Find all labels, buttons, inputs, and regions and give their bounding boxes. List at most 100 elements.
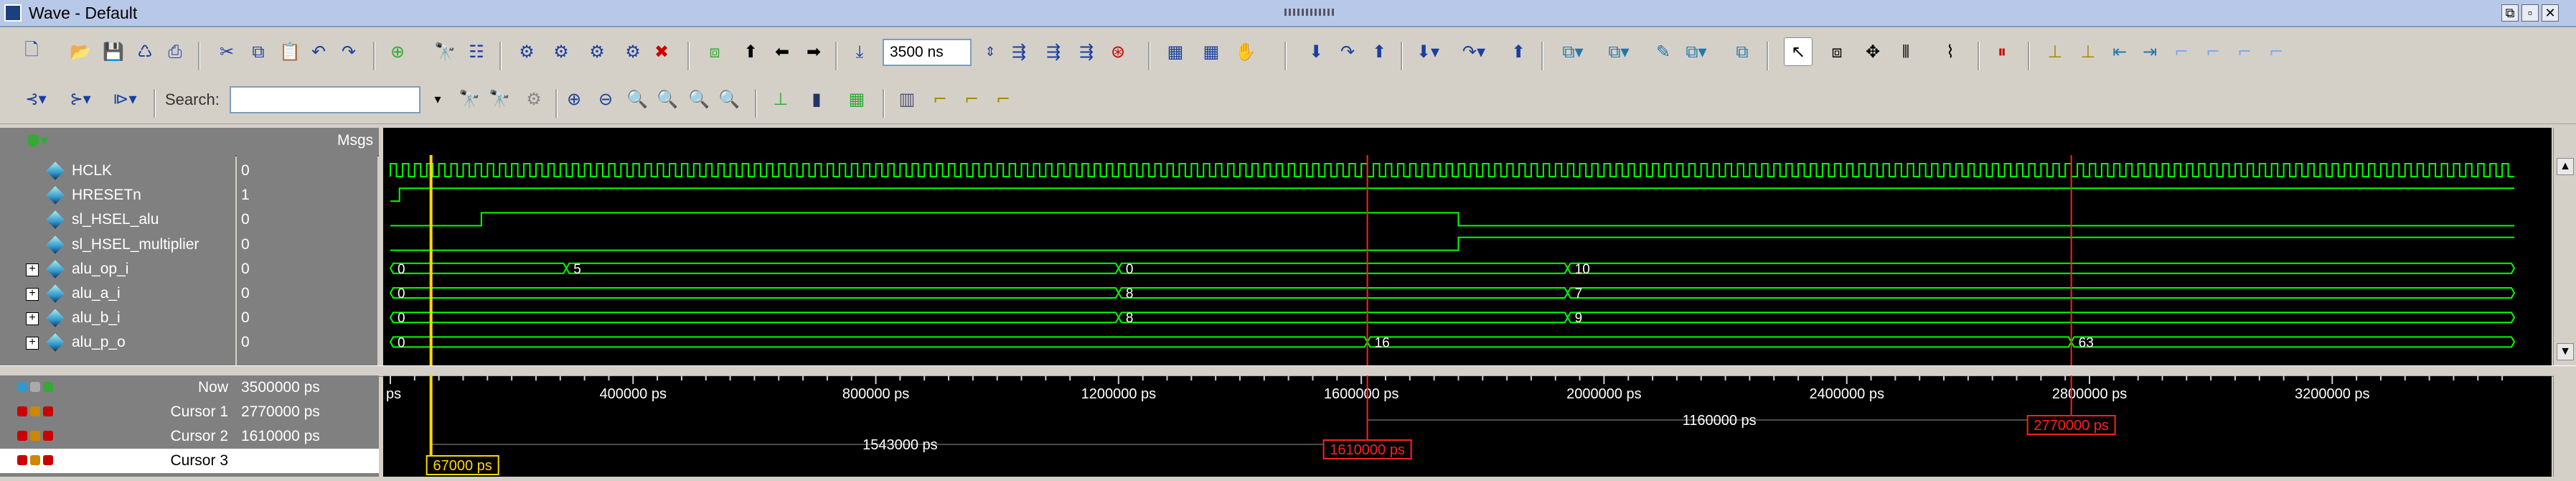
- continue-icon[interactable]: ⇶: [1039, 37, 1068, 66]
- redo-icon[interactable]: ↷: [334, 37, 363, 66]
- prev-edge-icon[interactable]: ⇤: [2105, 37, 2134, 66]
- reload-icon[interactable]: ♺: [131, 37, 159, 66]
- signal-row-hresetn[interactable]: HRESETn 1: [0, 184, 379, 208]
- run-length-input[interactable]: 3500 ns: [883, 39, 972, 66]
- scroll-down-icon[interactable]: ▼: [2557, 343, 2574, 360]
- run-all-icon[interactable]: ⇶: [1072, 37, 1101, 66]
- next-rising-icon[interactable]: ⌐: [2262, 37, 2290, 66]
- search-options-icon[interactable]: ⚙: [520, 85, 548, 113]
- cursor-lock-icon[interactable]: ▦: [842, 85, 871, 113]
- run-length-spin-icon[interactable]: ⇕: [976, 37, 1005, 66]
- signal-row-alu-p-o[interactable]: + alu_p_o 0: [0, 331, 379, 355]
- signal-row-alu-op-i[interactable]: + alu_op_i 0: [0, 258, 379, 282]
- contains-icon[interactable]: ⊰▾: [22, 85, 50, 113]
- signal-row-sl-hsel-multiplier[interactable]: sl_HSEL_multiplier 0: [0, 233, 379, 258]
- step-out-icon[interactable]: ⬆: [1365, 37, 1393, 66]
- search-next-icon[interactable]: 🔭: [485, 85, 514, 113]
- run-icon[interactable]: ⇶: [1005, 37, 1033, 66]
- new-file-icon[interactable]: 🗋: [17, 37, 46, 66]
- waveform-step-icon[interactable]: ⌐: [957, 85, 986, 113]
- edge-icon[interactable]: ⫴: [1891, 37, 1920, 66]
- prev-rising-icon[interactable]: ⌐: [2230, 37, 2259, 66]
- timeline-pane[interactable]: 400000 ps 800000 ps 1200000 ps 1600000 ps 20…: [383, 375, 2552, 477]
- cursor-row-3[interactable]: Cursor 3 67000 ps: [0, 449, 379, 473]
- simulate-icon[interactable]: ⚙: [583, 37, 611, 66]
- signal-row-alu-b-i[interactable]: + alu_b_i 0: [0, 307, 379, 331]
- cursor-row-2[interactable]: Cursor 2 1610000 ps: [0, 424, 379, 449]
- zoom-mode-icon[interactable]: ⧈: [1823, 37, 1851, 66]
- close-icon[interactable]: ✕: [2542, 4, 2559, 22]
- expand-icon[interactable]: +: [26, 288, 39, 301]
- next-edge-icon[interactable]: ⇥: [2135, 37, 2164, 66]
- break-run-icon[interactable]: ⊛: [1104, 37, 1132, 66]
- zoom-cursor-icon[interactable]: 🔍: [653, 85, 682, 113]
- break-icon[interactable]: ⚙: [619, 37, 647, 66]
- waveform-compress-icon[interactable]: ▥: [893, 85, 921, 113]
- run-length-icon[interactable]: ⤓: [845, 37, 874, 66]
- hand-icon[interactable]: ✋: [1231, 37, 1260, 66]
- contains-2-icon[interactable]: ⊱▾: [66, 85, 95, 113]
- save-icon[interactable]: 💾: [99, 37, 128, 66]
- find-first-edge-icon[interactable]: ⊥: [2041, 37, 2069, 66]
- next-falling-icon[interactable]: ⌐: [2199, 37, 2227, 66]
- dock-icon[interactable]: ⧉: [2501, 4, 2519, 22]
- zoom-region-icon[interactable]: 🔍: [685, 85, 713, 113]
- step-into-dropdown-icon[interactable]: ⬇▾: [1414, 37, 1442, 66]
- objects-dropdown-icon[interactable]: ⬢▾: [17, 126, 57, 155]
- wave-format-2-icon[interactable]: ⧉▾: [1604, 37, 1633, 66]
- pan-icon[interactable]: ✥: [1858, 37, 1887, 66]
- list-icon[interactable]: ☷: [462, 37, 491, 66]
- cursor3-label[interactable]: 67000 ps: [426, 455, 499, 475]
- traffic-light-icon[interactable]: ⏸: [1988, 37, 2016, 66]
- wave-edit-icon[interactable]: ✎: [1649, 37, 1678, 66]
- add-icon[interactable]: ⊕: [383, 37, 412, 66]
- copy-icon[interactable]: ⧉: [244, 37, 273, 66]
- filter-icon[interactable]: ⧐▾: [111, 85, 139, 113]
- undo-icon[interactable]: ↶: [304, 37, 333, 66]
- expand-icon[interactable]: +: [26, 263, 39, 276]
- zoom-last-icon[interactable]: 🔍: [715, 85, 743, 113]
- select-pointer-icon[interactable]: ↖: [1784, 37, 1813, 66]
- step-over-dropdown-icon[interactable]: ↷▾: [1459, 37, 1488, 66]
- up-arrow-icon[interactable]: ⬆: [736, 37, 765, 66]
- cursor2-label[interactable]: 1610000 ps: [1322, 439, 1412, 459]
- find-last-edge-icon[interactable]: ⊥: [2074, 37, 2102, 66]
- signal-row-sl-hsel-alu[interactable]: sl_HSEL_alu 0: [0, 208, 379, 233]
- find-icon[interactable]: 🔭: [431, 37, 459, 66]
- step-icon[interactable]: ▦: [1161, 37, 1190, 66]
- wave-compare-icon[interactable]: ⧉▾: [1682, 37, 1711, 66]
- wave-check-icon[interactable]: ⧉: [1728, 37, 1757, 66]
- paste-icon[interactable]: 📋: [276, 37, 304, 66]
- step-over-icon[interactable]: ▦: [1197, 37, 1226, 66]
- env-icon[interactable]: ⧈: [700, 37, 729, 66]
- waveform-pane[interactable]: 0 5 0 10 0 8 7 0 8 9 0 16 63: [383, 126, 2552, 365]
- waveform-last-icon[interactable]: ⌐: [989, 85, 1017, 113]
- compile-all-icon[interactable]: ⚙: [547, 37, 575, 66]
- search-input[interactable]: [230, 86, 420, 113]
- step-over-arrow-icon[interactable]: ↷: [1333, 37, 1362, 66]
- open-folder-icon[interactable]: 📂: [66, 37, 95, 66]
- zoom-out-icon[interactable]: ⊖: [591, 85, 620, 113]
- scroll-up-icon[interactable]: ▲: [2557, 158, 2574, 175]
- delete-cursor-icon[interactable]: ▮: [802, 85, 831, 113]
- cursor1-label[interactable]: 2770000 ps: [2026, 415, 2116, 435]
- undock-icon[interactable]: ▫: [2521, 4, 2539, 22]
- step-into-icon[interactable]: ⬇: [1302, 37, 1330, 66]
- prev-falling-icon[interactable]: ⌐: [2167, 37, 2196, 66]
- now-row[interactable]: Now 3500000 ps: [0, 375, 379, 400]
- timeline-vscrollbar[interactable]: [2553, 375, 2576, 477]
- print-icon[interactable]: ⎙: [161, 37, 189, 66]
- cut-icon[interactable]: ✂: [212, 37, 241, 66]
- zoom-in-icon[interactable]: ⊕: [560, 85, 588, 113]
- waveform-expand-icon[interactable]: ⌐: [926, 85, 954, 113]
- insert-cursor-icon[interactable]: ⊥: [766, 85, 795, 113]
- drag-handle[interactable]: [1284, 9, 1335, 16]
- search-prev-icon[interactable]: 🔭: [455, 85, 484, 113]
- wave-vscrollbar[interactable]: ▲ ▼: [2553, 128, 2576, 365]
- stop-icon[interactable]: ✖: [647, 37, 676, 66]
- forward-arrow-icon[interactable]: ➡: [799, 37, 828, 66]
- expand-icon[interactable]: +: [26, 312, 39, 326]
- signal-row-alu-a-i[interactable]: + alu_a_i 0: [0, 282, 379, 307]
- back-arrow-icon[interactable]: ⬅: [768, 37, 796, 66]
- cursor-row-1[interactable]: Cursor 1 2770000 ps: [0, 400, 379, 424]
